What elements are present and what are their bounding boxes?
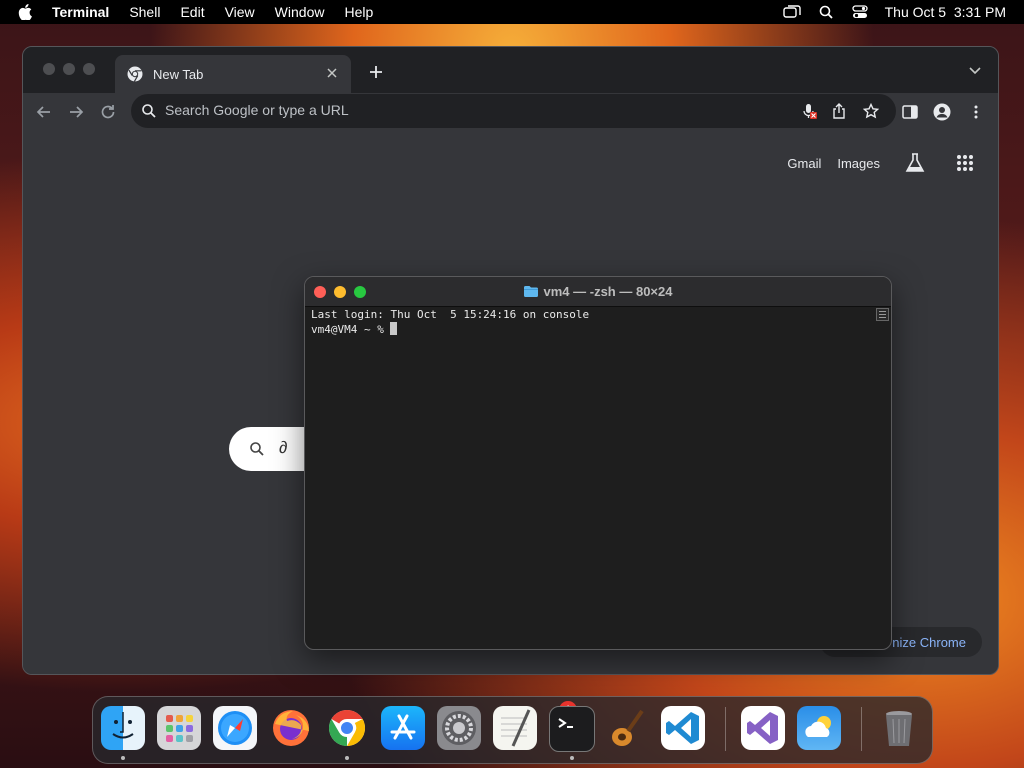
chrome-running-dot [345,756,349,760]
omnibox-search-icon [142,104,156,118]
dock-terminal-icon[interactable] [549,706,595,752]
dock-safari-icon[interactable] [213,706,257,750]
reload-icon[interactable] [99,103,117,121]
minimize-window-button[interactable] [63,63,75,75]
labs-flask-icon[interactable] [904,152,926,174]
forward-arrow-icon[interactable] [67,103,85,121]
terminal-cursor [390,322,398,335]
images-link[interactable]: Images [837,156,880,171]
omnibox-placeholder: Search Google or type a URL [165,102,349,118]
terminal-line-login: Last login: Thu Oct 5 15:24:16 on consol… [311,308,590,321]
dock-trash-icon[interactable] [877,706,921,750]
terminal-output[interactable]: Last login: Thu Oct 5 15:24:16 on consol… [311,308,589,337]
terminal-window[interactable]: vm4 — -zsh — 80×24 Last login: Thu Oct 5… [304,276,892,650]
tab-search-chevron-icon[interactable] [968,65,982,77]
customize-chrome-label: nize Chrome [892,634,966,650]
terminal-title-text: vm4 — -zsh — 80×24 [543,284,673,299]
dock-garageband-icon[interactable] [605,706,649,750]
menu-window[interactable]: Window [275,4,325,20]
dock-firefox-icon[interactable] [269,706,313,750]
microphone-blocked-icon[interactable] [801,103,817,119]
finder-running-dot [121,756,125,760]
share-icon[interactable] [831,103,847,119]
terminal-title-bar[interactable]: vm4 — -zsh — 80×24 [305,277,891,307]
profile-avatar-icon[interactable] [933,103,951,121]
dock-finder-icon[interactable] [101,706,145,750]
dock-vscode-icon[interactable] [661,706,705,750]
terminal-scroll-control[interactable] [876,308,889,321]
dock-separator [725,707,726,751]
tab-new-tab[interactable]: New Tab [115,55,351,93]
more-menu-icon[interactable] [967,103,985,121]
dock-system-settings-icon[interactable] [437,706,481,750]
menu-help[interactable]: Help [344,4,373,20]
omnibox[interactable]: Search Google or type a URL [131,94,896,128]
control-center-icon[interactable] [851,3,869,21]
zoom-window-button[interactable] [83,63,95,75]
dock-app-store-icon[interactable] [381,706,425,750]
menu-shell[interactable]: Shell [129,4,160,20]
dock: 1 [92,696,933,764]
menu-edit[interactable]: Edit [180,4,204,20]
chrome-toolbar: Search Google or type a URL [23,93,998,131]
apple-menu-icon[interactable] [18,4,32,20]
terminal-prompt: vm4@VM4 ~ % [311,323,391,336]
dock-visual-studio-icon[interactable] [741,706,785,750]
menu-view[interactable]: View [225,4,255,20]
chrome-window-controls [43,63,95,75]
google-apps-grid-icon[interactable] [956,154,974,172]
close-tab-icon[interactable] [325,66,339,80]
search-icon [250,442,264,456]
dock-separator-trash [861,707,862,751]
back-arrow-icon[interactable] [35,103,53,121]
bookmark-star-icon[interactable] [863,103,879,119]
dock-textedit-icon[interactable] [493,706,537,750]
new-tab-plus-icon[interactable] [368,64,384,80]
menu-bar: Terminal Shell Edit View Window Help Thu… [0,0,1024,24]
chrome-tab-strip: New Tab [23,47,998,93]
screen-mirroring-icon[interactable] [782,3,801,21]
gmail-link[interactable]: Gmail [787,156,821,171]
dock-weather-icon[interactable] [797,706,841,750]
side-panel-icon[interactable] [901,103,919,121]
chrome-favicon-icon [127,66,143,82]
dock-chrome-icon[interactable] [325,706,369,750]
menu-clock[interactable]: Thu Oct 5 3:31 PM [885,4,1006,20]
spotlight-search-icon[interactable] [817,3,835,21]
folder-icon [523,286,538,297]
dock-launchpad-icon[interactable] [157,706,201,750]
search-box-partial-glyph: ∂ [279,438,288,457]
terminal-running-dot [570,756,574,760]
close-window-button[interactable] [43,63,55,75]
terminal-title: vm4 — -zsh — 80×24 [305,284,891,299]
menu-app-terminal[interactable]: Terminal [52,4,109,20]
tab-title: New Tab [153,66,204,82]
